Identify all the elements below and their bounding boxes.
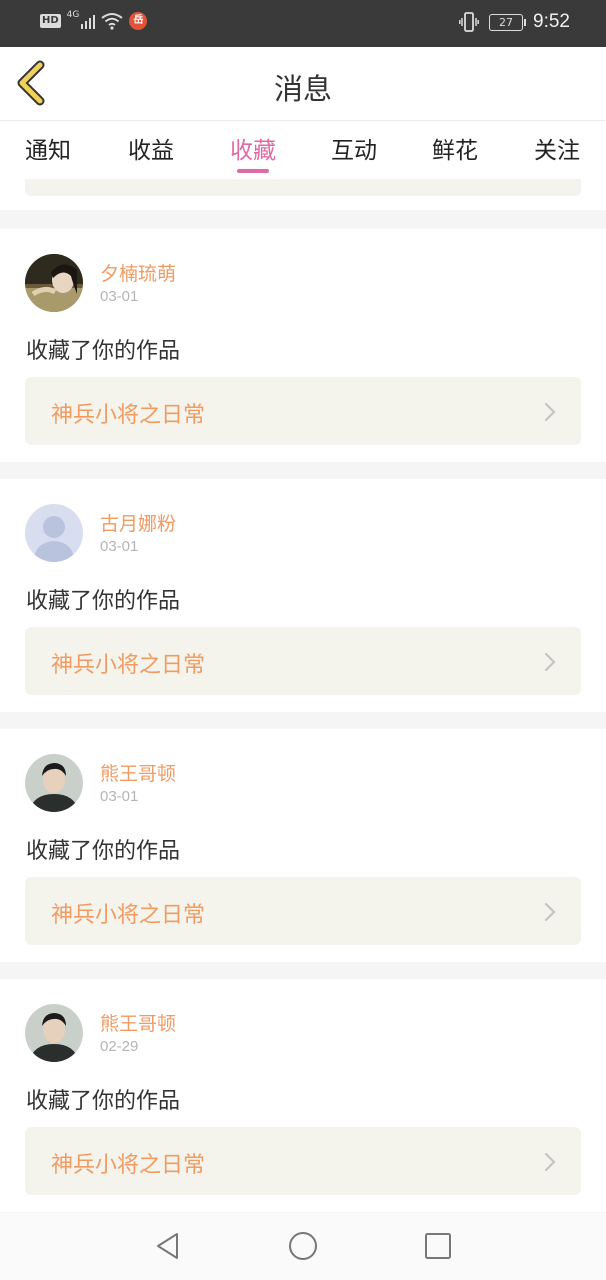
tab-earnings[interactable]: 收益 [111,131,191,165]
tab-follows[interactable]: 关注 [517,131,597,165]
signal-strength-icon [81,13,96,29]
status-bar-left: HD 4G 岳 [40,10,148,30]
network-type-label: 4G [66,10,80,20]
avatar[interactable] [25,254,83,312]
hd-voice-icon: HD [40,14,61,28]
tab-flowers[interactable]: 鲜花 [415,131,495,165]
app-notification-icon: 岳 [129,12,148,30]
nav-back-icon[interactable] [153,1230,183,1262]
avatar[interactable] [25,504,83,562]
message-date: 03-01 [100,788,139,805]
header-bar: 消息 [0,47,606,121]
message-card: 熊王哥顿 02-29 收藏了你的作品 神兵小将之日常 [0,979,606,1212]
message-card: 古月娜粉 03-01 收藏了你的作品 神兵小将之日常 [0,479,606,712]
status-bar: HD 4G 岳 27 9:52 [0,0,606,47]
message-card: 夕楠琉萌 03-01 收藏了你的作品 神兵小将之日常 [0,229,606,462]
nav-home-icon[interactable] [288,1230,318,1262]
tab-favorites[interactable]: 收藏 [213,131,293,165]
avatar[interactable] [25,1004,83,1062]
tab-interactions[interactable]: 互动 [314,131,394,165]
work-link-partial[interactable] [25,179,581,196]
avatar[interactable] [25,754,83,812]
active-tab-indicator [237,169,269,173]
action-text: 收藏了你的作品 [26,589,181,614]
list-item-partial [0,179,606,210]
work-title: 神兵小将之日常 [51,653,206,678]
chevron-right-icon [544,402,556,422]
system-navigation-bar [0,1213,606,1280]
chevron-right-icon [544,652,556,672]
tab-bar: 通知 收益 收藏 互动 鲜花 关注 [0,121,606,179]
chevron-right-icon [544,1152,556,1172]
work-link[interactable]: 神兵小将之日常 [25,377,581,445]
status-bar-right: 27 9:52 [459,11,570,33]
work-title: 神兵小将之日常 [51,403,206,428]
work-link[interactable]: 神兵小将之日常 [25,1127,581,1195]
chevron-right-icon [544,902,556,922]
tab-notifications[interactable]: 通知 [8,131,88,165]
user-name[interactable]: 熊王哥顿 [100,1009,176,1036]
work-title: 神兵小将之日常 [51,1153,206,1178]
work-link[interactable]: 神兵小将之日常 [25,877,581,945]
page-title: 消息 [273,72,332,106]
action-text: 收藏了你的作品 [26,339,181,364]
message-date: 03-01 [100,538,139,555]
nav-recents-icon[interactable] [423,1230,453,1262]
action-text: 收藏了你的作品 [26,1089,181,1114]
clock: 9:52 [533,11,570,32]
wifi-icon [101,13,123,30]
action-text: 收藏了你的作品 [26,839,181,864]
work-link[interactable]: 神兵小将之日常 [25,627,581,695]
message-date: 03-01 [100,288,139,305]
message-date: 02-29 [100,1038,139,1055]
user-name[interactable]: 古月娜粉 [100,509,176,536]
vibrate-icon [459,12,479,32]
work-title: 神兵小将之日常 [51,903,206,928]
user-name[interactable]: 熊王哥顿 [100,759,176,786]
battery-icon: 27 [489,13,527,31]
message-card: 熊王哥顿 03-01 收藏了你的作品 神兵小将之日常 [0,729,606,962]
user-name[interactable]: 夕楠琉萌 [100,259,176,286]
